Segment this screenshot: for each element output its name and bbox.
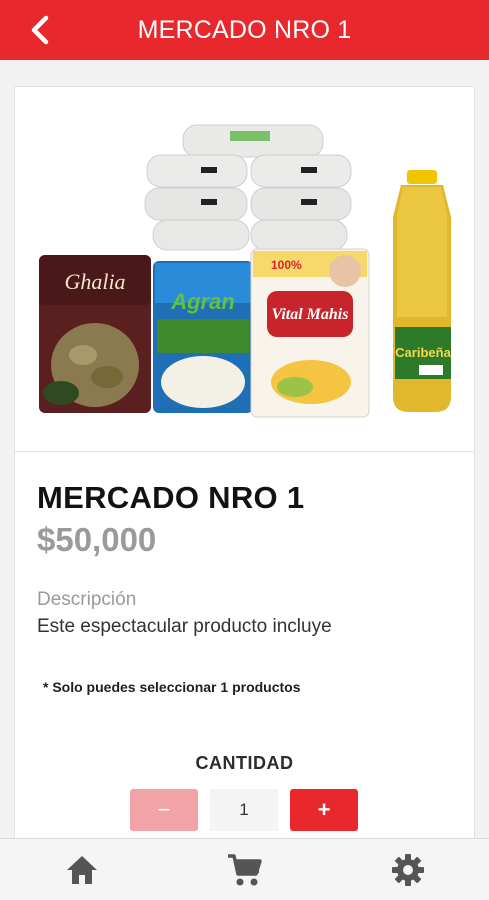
beans-bag-image: Ghalia — [39, 255, 151, 413]
nav-settings-button[interactable] — [378, 845, 438, 895]
cart-icon — [227, 853, 262, 885]
brand-caribena: Caribeña — [395, 345, 451, 360]
brand-ghalia: Ghalia — [64, 269, 125, 294]
quantity-label: CANTIDAD — [195, 753, 294, 773]
description-text: Este espectacular producto incluye — [37, 616, 332, 637]
flour-bag-image: 100% Vital Mahis — [250, 248, 370, 418]
quantity-value: 1 — [210, 789, 278, 831]
rice-sacks-image — [144, 124, 352, 251]
product-card: Ghalia Agran 100% Vital Mahis Caribeña M… — [14, 86, 475, 846]
description-label: Descripción — [37, 589, 137, 610]
oil-bottle-image: Caribeña — [393, 170, 452, 412]
quantity-stepper: − 1 + — [130, 789, 358, 831]
page-title: MERCADO NRO 1 — [137, 15, 352, 44]
settings-icon — [391, 853, 424, 886]
app-header: MERCADO NRO 1 — [0, 0, 489, 60]
brand-agran: Agran — [170, 289, 235, 314]
nav-cart-button[interactable] — [215, 845, 275, 895]
decrease-button[interactable]: − — [130, 789, 198, 831]
product-title: MERCADO NRO 1 — [37, 480, 305, 515]
bottom-navigation — [0, 838, 489, 900]
selection-note: * Solo puedes seleccionar 1 productos — [43, 679, 301, 695]
chevron-left-icon — [31, 15, 49, 45]
home-icon — [66, 855, 97, 884]
flour-badge: 100% — [271, 258, 302, 272]
back-button[interactable] — [26, 12, 58, 48]
increase-button[interactable]: + — [290, 789, 358, 831]
nav-home-button[interactable] — [52, 845, 112, 895]
product-image: Ghalia Agran 100% Vital Mahis Caribeña — [15, 87, 474, 452]
brand-vital-mahis: Vital Mahis — [272, 306, 349, 323]
product-price: $50,000 — [37, 521, 157, 558]
rice-bag-image: Agran — [153, 261, 253, 413]
